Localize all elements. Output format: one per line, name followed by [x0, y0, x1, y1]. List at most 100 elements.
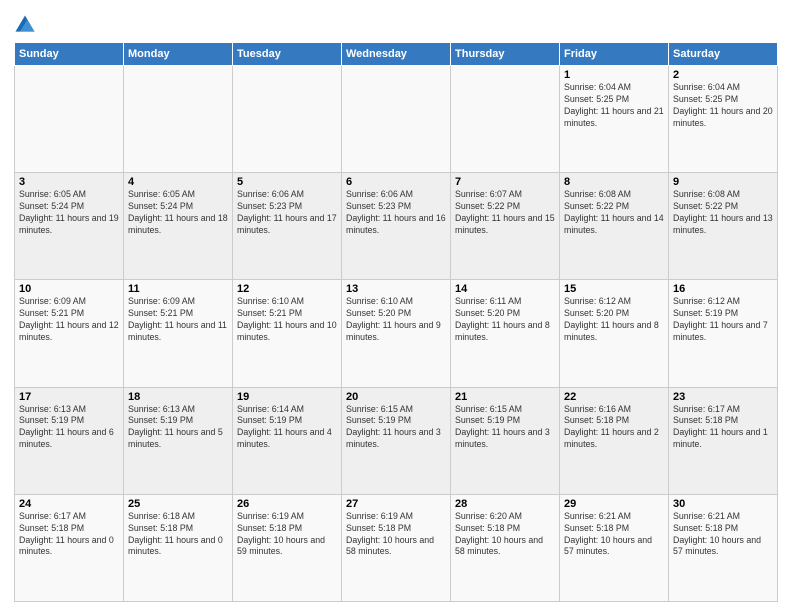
day-number: 22 [564, 391, 664, 403]
calendar-cell: 30Sunrise: 6:21 AM Sunset: 5:18 PM Dayli… [669, 494, 778, 601]
day-number: 9 [673, 176, 773, 188]
header [14, 10, 778, 36]
day-number: 30 [673, 498, 773, 510]
calendar-cell: 21Sunrise: 6:15 AM Sunset: 5:19 PM Dayli… [451, 387, 560, 494]
calendar-cell: 15Sunrise: 6:12 AM Sunset: 5:20 PM Dayli… [560, 280, 669, 387]
day-info: Sunrise: 6:14 AM Sunset: 5:19 PM Dayligh… [237, 404, 337, 452]
calendar-cell: 25Sunrise: 6:18 AM Sunset: 5:18 PM Dayli… [124, 494, 233, 601]
calendar-cell: 14Sunrise: 6:11 AM Sunset: 5:20 PM Dayli… [451, 280, 560, 387]
day-info: Sunrise: 6:17 AM Sunset: 5:18 PM Dayligh… [19, 511, 119, 559]
day-number: 24 [19, 498, 119, 510]
calendar-header-row: SundayMondayTuesdayWednesdayThursdayFrid… [15, 43, 778, 66]
day-info: Sunrise: 6:21 AM Sunset: 5:18 PM Dayligh… [564, 511, 664, 559]
day-info: Sunrise: 6:18 AM Sunset: 5:18 PM Dayligh… [128, 511, 228, 559]
day-number: 8 [564, 176, 664, 188]
week-row-5: 24Sunrise: 6:17 AM Sunset: 5:18 PM Dayli… [15, 494, 778, 601]
day-info: Sunrise: 6:21 AM Sunset: 5:18 PM Dayligh… [673, 511, 773, 559]
day-number: 11 [128, 283, 228, 295]
calendar-cell: 4Sunrise: 6:05 AM Sunset: 5:24 PM Daylig… [124, 173, 233, 280]
day-info: Sunrise: 6:09 AM Sunset: 5:21 PM Dayligh… [128, 296, 228, 344]
day-number: 13 [346, 283, 446, 295]
day-number: 4 [128, 176, 228, 188]
day-info: Sunrise: 6:20 AM Sunset: 5:18 PM Dayligh… [455, 511, 555, 559]
day-info: Sunrise: 6:13 AM Sunset: 5:19 PM Dayligh… [19, 404, 119, 452]
calendar-cell: 1Sunrise: 6:04 AM Sunset: 5:25 PM Daylig… [560, 66, 669, 173]
day-info: Sunrise: 6:08 AM Sunset: 5:22 PM Dayligh… [564, 189, 664, 237]
day-info: Sunrise: 6:19 AM Sunset: 5:18 PM Dayligh… [237, 511, 337, 559]
day-number: 7 [455, 176, 555, 188]
day-number: 10 [19, 283, 119, 295]
day-number: 18 [128, 391, 228, 403]
day-number: 29 [564, 498, 664, 510]
day-number: 20 [346, 391, 446, 403]
calendar-cell: 27Sunrise: 6:19 AM Sunset: 5:18 PM Dayli… [342, 494, 451, 601]
week-row-3: 10Sunrise: 6:09 AM Sunset: 5:21 PM Dayli… [15, 280, 778, 387]
calendar-cell: 29Sunrise: 6:21 AM Sunset: 5:18 PM Dayli… [560, 494, 669, 601]
calendar-cell: 28Sunrise: 6:20 AM Sunset: 5:18 PM Dayli… [451, 494, 560, 601]
day-number: 25 [128, 498, 228, 510]
day-info: Sunrise: 6:09 AM Sunset: 5:21 PM Dayligh… [19, 296, 119, 344]
calendar-cell: 16Sunrise: 6:12 AM Sunset: 5:19 PM Dayli… [669, 280, 778, 387]
calendar-cell [451, 66, 560, 173]
day-number: 3 [19, 176, 119, 188]
day-header-monday: Monday [124, 43, 233, 66]
calendar-cell: 5Sunrise: 6:06 AM Sunset: 5:23 PM Daylig… [233, 173, 342, 280]
day-number: 12 [237, 283, 337, 295]
day-info: Sunrise: 6:17 AM Sunset: 5:18 PM Dayligh… [673, 404, 773, 452]
day-number: 19 [237, 391, 337, 403]
calendar-cell: 7Sunrise: 6:07 AM Sunset: 5:22 PM Daylig… [451, 173, 560, 280]
day-info: Sunrise: 6:06 AM Sunset: 5:23 PM Dayligh… [346, 189, 446, 237]
day-header-friday: Friday [560, 43, 669, 66]
day-info: Sunrise: 6:15 AM Sunset: 5:19 PM Dayligh… [455, 404, 555, 452]
day-header-wednesday: Wednesday [342, 43, 451, 66]
calendar-cell: 10Sunrise: 6:09 AM Sunset: 5:21 PM Dayli… [15, 280, 124, 387]
day-number: 27 [346, 498, 446, 510]
calendar-cell [15, 66, 124, 173]
calendar-cell: 26Sunrise: 6:19 AM Sunset: 5:18 PM Dayli… [233, 494, 342, 601]
day-info: Sunrise: 6:08 AM Sunset: 5:22 PM Dayligh… [673, 189, 773, 237]
calendar: SundayMondayTuesdayWednesdayThursdayFrid… [14, 42, 778, 602]
day-number: 5 [237, 176, 337, 188]
day-number: 23 [673, 391, 773, 403]
calendar-cell: 13Sunrise: 6:10 AM Sunset: 5:20 PM Dayli… [342, 280, 451, 387]
day-info: Sunrise: 6:12 AM Sunset: 5:20 PM Dayligh… [564, 296, 664, 344]
day-info: Sunrise: 6:19 AM Sunset: 5:18 PM Dayligh… [346, 511, 446, 559]
calendar-cell: 9Sunrise: 6:08 AM Sunset: 5:22 PM Daylig… [669, 173, 778, 280]
day-number: 14 [455, 283, 555, 295]
calendar-cell: 24Sunrise: 6:17 AM Sunset: 5:18 PM Dayli… [15, 494, 124, 601]
day-info: Sunrise: 6:05 AM Sunset: 5:24 PM Dayligh… [128, 189, 228, 237]
calendar-cell: 19Sunrise: 6:14 AM Sunset: 5:19 PM Dayli… [233, 387, 342, 494]
calendar-cell: 17Sunrise: 6:13 AM Sunset: 5:19 PM Dayli… [15, 387, 124, 494]
day-info: Sunrise: 6:11 AM Sunset: 5:20 PM Dayligh… [455, 296, 555, 344]
day-number: 1 [564, 69, 664, 81]
calendar-cell: 6Sunrise: 6:06 AM Sunset: 5:23 PM Daylig… [342, 173, 451, 280]
calendar-cell: 2Sunrise: 6:04 AM Sunset: 5:25 PM Daylig… [669, 66, 778, 173]
day-header-thursday: Thursday [451, 43, 560, 66]
day-number: 28 [455, 498, 555, 510]
day-header-tuesday: Tuesday [233, 43, 342, 66]
day-info: Sunrise: 6:13 AM Sunset: 5:19 PM Dayligh… [128, 404, 228, 452]
calendar-cell: 18Sunrise: 6:13 AM Sunset: 5:19 PM Dayli… [124, 387, 233, 494]
day-info: Sunrise: 6:05 AM Sunset: 5:24 PM Dayligh… [19, 189, 119, 237]
day-info: Sunrise: 6:10 AM Sunset: 5:21 PM Dayligh… [237, 296, 337, 344]
week-row-1: 1 Sunrise: 6:04 AM Sunset: 5:25 PM Daylig… [15, 66, 778, 173]
logo-icon [14, 14, 36, 36]
calendar-cell [124, 66, 233, 173]
day-info: Sunrise: 6:10 AM Sunset: 5:20 PM Dayligh… [346, 296, 446, 344]
calendar-cell [342, 66, 451, 173]
day-number: 21 [455, 391, 555, 403]
day-header-sunday: Sunday [15, 43, 124, 66]
calendar-cell [233, 66, 342, 173]
week-row-4: 17Sunrise: 6:13 AM Sunset: 5:19 PM Dayli… [15, 387, 778, 494]
day-number: 26 [237, 498, 337, 510]
day-info: Sunrise: 6:07 AM Sunset: 5:22 PM Dayligh… [455, 189, 555, 237]
calendar-cell: 3Sunrise: 6:05 AM Sunset: 5:24 PM Daylig… [15, 173, 124, 280]
day-number: 16 [673, 283, 773, 295]
day-info: Sunrise: 6:04 AM Sunset: 5:25 PM Dayligh… [673, 82, 773, 130]
day-info: Sunrise: 6:16 AM Sunset: 5:18 PM Dayligh… [564, 404, 664, 452]
calendar-cell: 22Sunrise: 6:16 AM Sunset: 5:18 PM Dayli… [560, 387, 669, 494]
day-number: 6 [346, 176, 446, 188]
day-info: Sunrise: 6:12 AM Sunset: 5:19 PM Dayligh… [673, 296, 773, 344]
week-row-2: 3Sunrise: 6:05 AM Sunset: 5:24 PM Daylig… [15, 173, 778, 280]
day-info: Sunrise: 6:15 AM Sunset: 5:19 PM Dayligh… [346, 404, 446, 452]
